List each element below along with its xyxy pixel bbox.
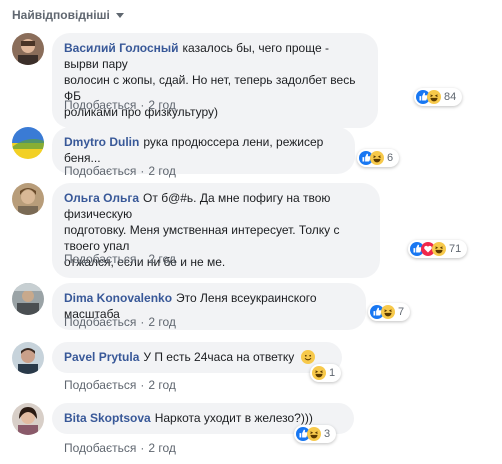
reaction-count: 1 <box>329 367 336 379</box>
reactions-badge[interactable]: 3 <box>294 425 337 443</box>
reaction-count: 7 <box>398 306 405 318</box>
comment-bubble: Василий Голосный казалось бы, чего проще … <box>52 33 378 128</box>
comment-actions: Подобається · 2 год <box>64 252 176 266</box>
author-name[interactable]: Pavel Prytula <box>64 350 139 364</box>
reaction-count: 3 <box>324 428 331 440</box>
reactions-badge[interactable]: 7 <box>368 303 411 321</box>
like-link[interactable]: Подобається <box>64 441 136 455</box>
haha-icon <box>370 151 384 165</box>
comment-actions: Подобається · 2 год <box>64 378 176 392</box>
sort-label: Найвідповідніші <box>12 8 110 22</box>
comment-text-line: Наркота уходит в железо?))) <box>154 411 313 425</box>
avatar[interactable] <box>12 33 44 65</box>
avatar[interactable] <box>12 403 44 435</box>
comment-text-line: У П есть 24часа на ответку <box>143 350 295 364</box>
author-name[interactable]: Bita Skoptsova <box>64 411 151 425</box>
haha-icon <box>427 90 441 104</box>
author-name[interactable]: Ольга Ольга <box>64 191 139 205</box>
avatar[interactable] <box>12 342 44 374</box>
avatar[interactable] <box>12 183 44 215</box>
haha-icon <box>312 366 326 380</box>
reaction-count: 84 <box>444 91 457 103</box>
caret-down-icon <box>115 13 124 18</box>
haha-icon <box>432 242 446 256</box>
sort-dropdown[interactable]: Найвідповідніші <box>12 8 124 22</box>
separator-dot: · <box>140 315 145 329</box>
timestamp[interactable]: 2 год <box>148 378 176 392</box>
like-link[interactable]: Подобається <box>64 315 136 329</box>
comment-actions: Подобається · 2 год <box>64 164 176 178</box>
like-link[interactable]: Подобається <box>64 378 136 392</box>
reactions-badge[interactable]: 1 <box>310 364 342 382</box>
timestamp[interactable]: 2 год <box>148 252 176 266</box>
like-link[interactable]: Подобається <box>64 164 136 178</box>
comment-bubble: Pavel Prytula У П есть 24часа на ответку <box>52 342 342 373</box>
reaction-count: 71 <box>449 243 462 255</box>
haha-icon <box>307 427 321 441</box>
timestamp[interactable]: 2 год <box>148 441 176 455</box>
avatar[interactable] <box>12 127 44 159</box>
reactions-badge[interactable]: 84 <box>414 88 463 106</box>
separator-dot: · <box>140 252 145 266</box>
timestamp[interactable]: 2 год <box>148 164 176 178</box>
separator-dot: · <box>140 378 145 392</box>
avatar[interactable] <box>12 283 44 315</box>
author-name[interactable]: Dmytro Dulin <box>64 135 139 149</box>
timestamp[interactable]: 2 год <box>148 98 176 112</box>
haha-icon <box>381 305 395 319</box>
smile-emoji-icon <box>300 350 315 364</box>
comment-actions: Подобається · 2 год <box>64 441 176 455</box>
timestamp[interactable]: 2 год <box>148 315 176 329</box>
comment-actions: Подобається · 2 год <box>64 98 176 112</box>
like-link[interactable]: Подобається <box>64 252 136 266</box>
author-name[interactable]: Dima Konovalenko <box>64 291 172 305</box>
reactions-badge[interactable]: 71 <box>408 240 468 258</box>
author-name[interactable]: Василий Голосный <box>64 41 179 55</box>
like-link[interactable]: Подобається <box>64 98 136 112</box>
comment-text-line: подготовку. Меня умственная интересует. … <box>64 223 340 253</box>
reactions-badge[interactable]: 6 <box>357 149 400 167</box>
comment-actions: Подобається · 2 год <box>64 315 176 329</box>
separator-dot: · <box>140 441 145 455</box>
reaction-count: 6 <box>387 152 394 164</box>
separator-dot: · <box>140 164 145 178</box>
separator-dot: · <box>140 98 145 112</box>
